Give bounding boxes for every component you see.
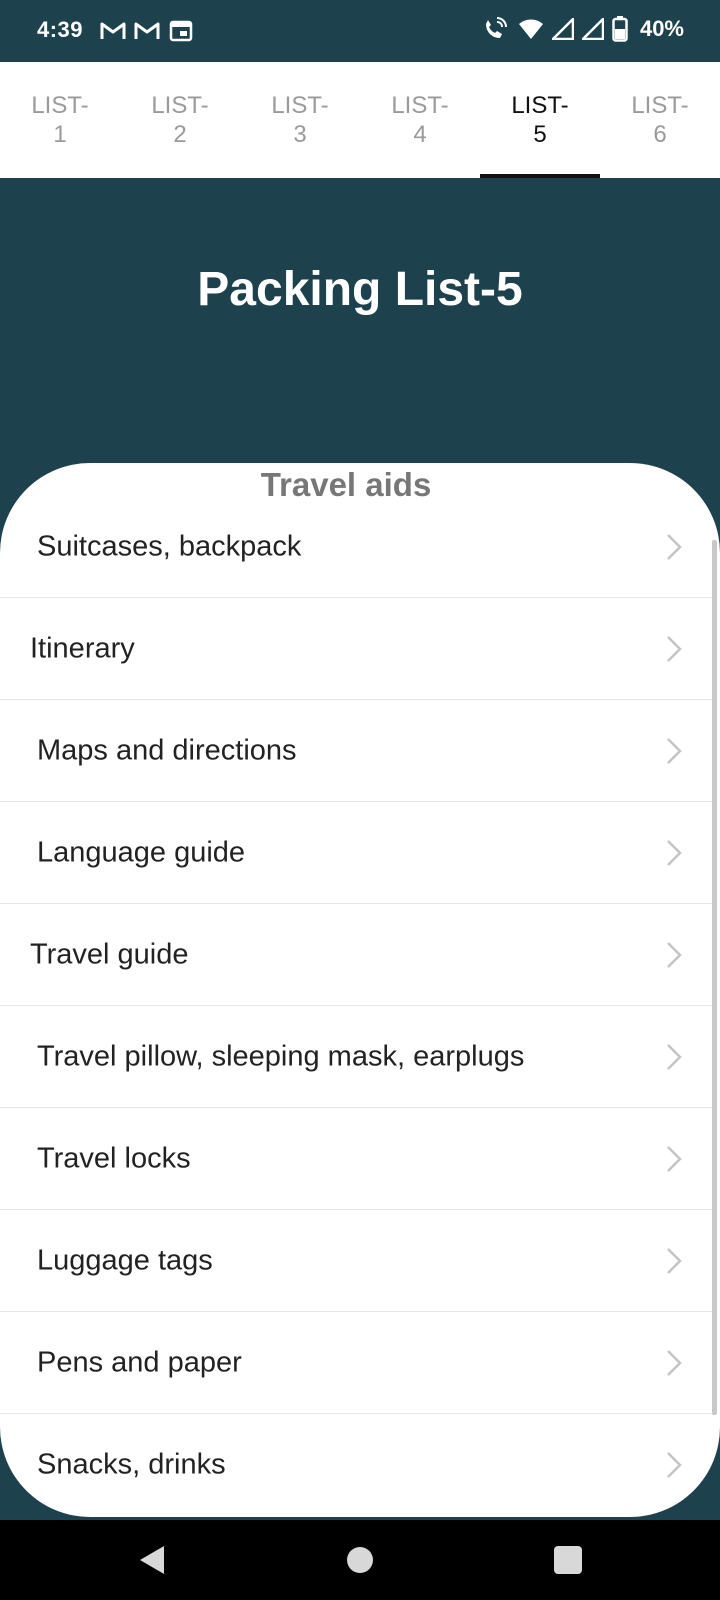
gmail-icon	[134, 22, 160, 39]
gmail-icon	[100, 22, 126, 39]
item-label: Luggage tags	[37, 1244, 213, 1276]
chevron-right-icon	[667, 1452, 682, 1478]
list-item[interactable]: Snacks, drinks	[0, 1414, 712, 1516]
battery-percent: 40%	[639, 16, 684, 41]
item-label: Suitcases, backpack	[37, 530, 302, 562]
tab-label: LIST-6	[631, 92, 689, 148]
list-item[interactable]: Language guide	[0, 802, 712, 904]
tab-list-5[interactable]: LIST-5	[480, 62, 600, 178]
wifi-calling-icon	[485, 17, 507, 38]
tab-list-1[interactable]: LIST-1	[0, 62, 120, 178]
list-item[interactable]: Itinerary	[0, 598, 712, 700]
list-item[interactable]: Travel pillow, sleeping mask, earplugs	[0, 1006, 712, 1108]
chevron-right-icon	[667, 1247, 682, 1274]
item-label: Travel locks	[37, 1142, 191, 1174]
signal-icon	[581, 18, 604, 40]
tab-label: LIST-2	[151, 92, 209, 148]
chevron-right-icon	[667, 1043, 682, 1070]
screen: 4:39 40% LIST-1 LIST-2 LIST-3 LIST-4 LIS…	[0, 0, 720, 1600]
status-bar: 4:39 40%	[0, 0, 720, 62]
scrollbar[interactable]	[712, 540, 717, 1415]
recents-icon[interactable]	[550, 1542, 586, 1578]
item-label: Snacks, drinks	[37, 1448, 226, 1481]
battery-icon	[612, 16, 628, 42]
status-time: 4:39	[37, 17, 84, 42]
item-label: Travel pillow, sleeping mask, earplugs	[37, 1040, 525, 1072]
signal-icon	[551, 18, 574, 40]
wifi-icon	[518, 19, 543, 39]
item-label: Travel guide	[30, 938, 189, 970]
chevron-right-icon	[667, 737, 682, 764]
list-item[interactable]: Suitcases, backpack	[0, 496, 712, 598]
tab-label: LIST-3	[271, 92, 329, 148]
tab-list-2[interactable]: LIST-2	[120, 62, 240, 178]
home-icon[interactable]	[342, 1542, 378, 1578]
list-item[interactable]: Maps and directions	[0, 700, 712, 802]
item-label: Itinerary	[30, 632, 135, 664]
calendar-icon	[169, 20, 193, 42]
chevron-right-icon	[667, 1349, 682, 1376]
chevron-right-icon	[667, 533, 682, 560]
list-item[interactable]: Travel guide	[0, 904, 712, 1006]
system-icons: 40%	[482, 16, 684, 42]
tab-list-6[interactable]: LIST-6	[600, 62, 720, 178]
chevron-right-icon	[667, 941, 682, 968]
item-label: Pens and paper	[37, 1346, 242, 1378]
chevron-right-icon	[667, 1145, 682, 1172]
list-tabs: LIST-1 LIST-2 LIST-3 LIST-4 LIST-5 LIST-…	[0, 62, 720, 178]
item-label: Maps and directions	[37, 734, 297, 766]
list-item[interactable]: Luggage tags	[0, 1210, 712, 1312]
tab-label: LIST-4	[391, 92, 449, 148]
tab-list-3[interactable]: LIST-3	[240, 62, 360, 178]
tab-label: LIST-5	[511, 92, 569, 148]
navigation-bar	[0, 1520, 720, 1600]
tab-list-4[interactable]: LIST-4	[360, 62, 480, 178]
chevron-right-icon	[667, 635, 682, 662]
chevron-right-icon	[667, 839, 682, 866]
item-list: Suitcases, backpack Itinerary Maps and d…	[0, 496, 712, 1516]
list-item[interactable]: Pens and paper	[0, 1312, 712, 1414]
page-title: Packing List-5	[197, 263, 523, 316]
back-icon[interactable]	[134, 1542, 170, 1578]
list-item[interactable]: Travel locks	[0, 1108, 712, 1210]
notification-icons	[100, 19, 194, 43]
tab-label: LIST-1	[31, 92, 89, 148]
item-label: Language guide	[37, 836, 246, 868]
